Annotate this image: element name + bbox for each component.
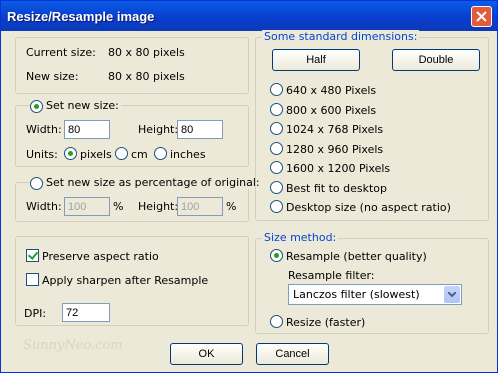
best-fit-radio[interactable] <box>270 181 283 194</box>
dim-1600-radio[interactable] <box>270 161 283 174</box>
unit-cm-radio[interactable] <box>115 147 128 160</box>
percent-height-input[interactable] <box>177 197 223 216</box>
dialog-window: Resize/Resample image Current size: 80 x… <box>0 0 498 373</box>
resample-filter-select[interactable]: Lanczos filter (slowest) <box>288 284 462 305</box>
dim-1280-label[interactable]: 1280 x 960 Pixels <box>286 143 383 156</box>
dim-1024-radio[interactable] <box>270 122 283 135</box>
size-method-group: Size method: Resample (better quality) R… <box>255 231 489 334</box>
percent-width-label: Width: <box>26 200 62 213</box>
dim-800-label[interactable]: 800 x 600 Pixels <box>286 104 376 117</box>
ok-button[interactable]: OK <box>170 343 243 365</box>
unit-inches-radio[interactable] <box>154 147 167 160</box>
dpi-input[interactable] <box>62 303 110 322</box>
set-new-size-radio[interactable] <box>30 100 43 113</box>
width-label: Width: <box>26 123 62 136</box>
sharpen-label[interactable]: Apply sharpen after Resample <box>42 274 208 287</box>
current-size-value: 80 x 80 pixels <box>108 46 185 59</box>
percent-height-unit: % <box>226 200 237 213</box>
resample-filter-label: Resample filter: <box>288 269 375 282</box>
sharpen-checkbox[interactable] <box>26 273 39 286</box>
unit-cm-label[interactable]: cm <box>131 148 148 161</box>
set-new-size-group: Set new size: Width: Height: Units: pixe… <box>15 99 249 167</box>
dim-640-radio[interactable] <box>270 83 283 96</box>
cancel-button[interactable]: Cancel <box>256 343 329 365</box>
unit-pixels-label[interactable]: pixels <box>80 148 112 161</box>
resample-radio[interactable] <box>270 249 283 262</box>
percent-height-label: Height: <box>138 200 179 213</box>
new-size-label: New size: <box>26 70 79 83</box>
percentage-label[interactable]: Set new size as percentage of original: <box>44 176 262 189</box>
resize-label[interactable]: Resize (faster) <box>286 316 365 329</box>
chevron-down-icon <box>448 292 456 297</box>
standard-dimensions-title: Some standard dimensions: <box>262 30 420 43</box>
close-icon <box>476 11 487 22</box>
dim-1280-radio[interactable] <box>270 142 283 155</box>
desktop-size-radio[interactable] <box>270 200 283 213</box>
dim-1024-label[interactable]: 1024 x 768 Pixels <box>286 123 383 136</box>
watermark: SunnyNeo.com <box>23 338 123 353</box>
title-bar[interactable]: Resize/Resample image <box>1 1 497 31</box>
size-method-title: Size method: <box>262 231 339 244</box>
best-fit-label[interactable]: Best fit to desktop <box>286 182 387 195</box>
dim-1600-label[interactable]: 1600 x 1200 Pixels <box>286 162 390 175</box>
standard-dimensions-group: Some standard dimensions: Half Double 64… <box>255 30 489 221</box>
height-label: Height: <box>138 123 179 136</box>
units-label: Units: <box>26 148 58 161</box>
preserve-aspect-checkbox[interactable] <box>26 249 39 262</box>
dim-640-label[interactable]: 640 x 480 Pixels <box>286 84 376 97</box>
new-size-value: 80 x 80 pixels <box>108 70 185 83</box>
width-input[interactable] <box>64 120 110 139</box>
dropdown-arrow[interactable] <box>444 286 460 303</box>
resample-label[interactable]: Resample (better quality) <box>286 250 427 263</box>
current-size-label: Current size: <box>26 46 96 59</box>
dim-800-radio[interactable] <box>270 103 283 116</box>
height-input[interactable] <box>177 120 223 139</box>
half-button[interactable]: Half <box>272 49 360 71</box>
size-info-group: Current size: 80 x 80 pixels New size: 8… <box>15 37 249 94</box>
set-new-size-label[interactable]: Set new size: <box>44 99 121 112</box>
window-title: Resize/Resample image <box>7 9 155 24</box>
percentage-group: Set new size as percentage of original: … <box>15 176 262 222</box>
percent-width-unit: % <box>113 200 124 213</box>
percent-width-input[interactable] <box>64 197 110 216</box>
dpi-label: DPI: <box>24 307 47 320</box>
preserve-aspect-label[interactable]: Preserve aspect ratio <box>42 250 159 263</box>
close-button[interactable] <box>471 6 492 27</box>
percentage-radio[interactable] <box>30 177 43 190</box>
resize-radio[interactable] <box>270 315 283 328</box>
unit-inches-label[interactable]: inches <box>170 148 206 161</box>
dialog-body: Current size: 80 x 80 pixels New size: 8… <box>1 30 497 372</box>
desktop-size-label[interactable]: Desktop size (no aspect ratio) <box>286 201 451 214</box>
double-button[interactable]: Double <box>392 49 480 71</box>
options-group: Preserve aspect ratio Apply sharpen afte… <box>15 236 249 326</box>
resample-filter-value: Lanczos filter (slowest) <box>293 288 420 301</box>
unit-pixels-radio[interactable] <box>64 147 77 160</box>
